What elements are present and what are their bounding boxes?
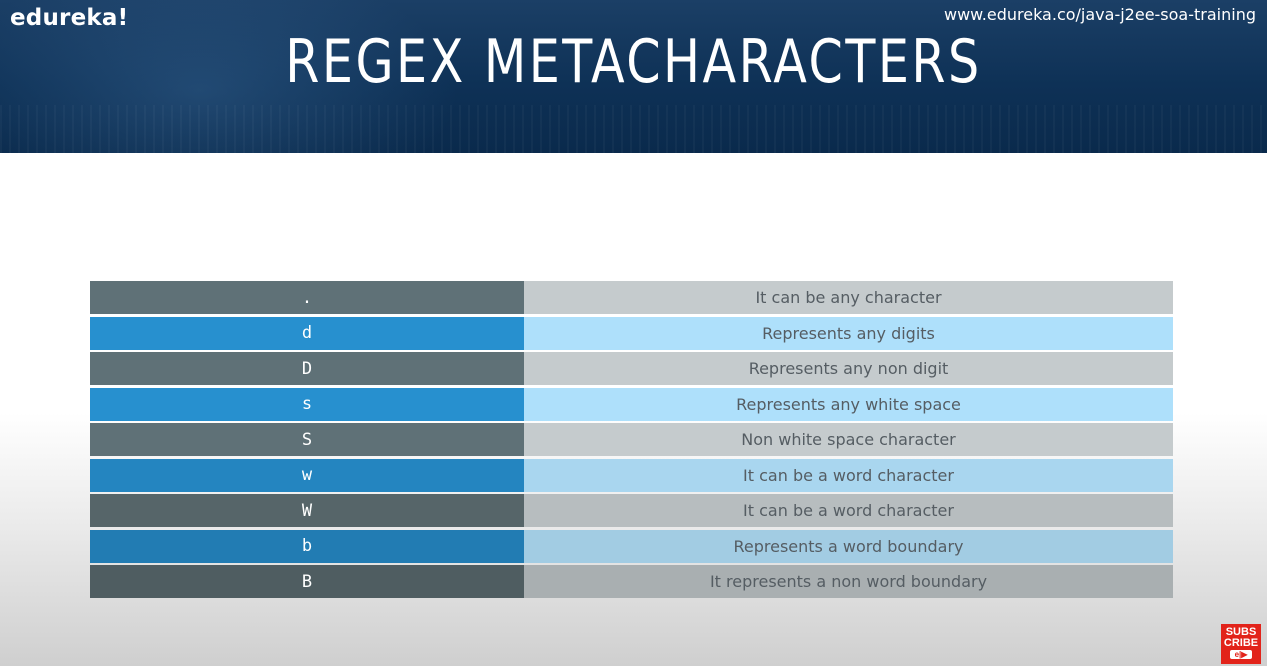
metachar-key: . [90,281,524,314]
slide-title: REGEX METACHARACTERS [285,27,982,97]
metachar-description: Non white space character [524,423,1173,456]
subscribe-label-line1: SUBS [1225,626,1257,638]
metachar-description: It can be a word character [524,458,1173,492]
metachar-key: W [90,494,524,527]
table-row: s Represents any white space [90,387,1173,421]
table-row: w It can be a word character [90,458,1173,492]
metachar-description: It can be any character [524,281,1173,314]
metachar-key: d [90,316,524,350]
table-row: b Represents a word boundary [90,529,1173,563]
table-row: W It can be a word character [90,494,1173,527]
subscribe-label-line2: CRIBE [1223,637,1259,649]
table-row: S Non white space character [90,423,1173,456]
edureka-logo[interactable]: edureka! [10,5,128,31]
table-row: D Represents any non digit [90,352,1173,385]
metachar-description: Represents a word boundary [524,529,1173,563]
metachar-description: Represents any digits [524,316,1173,350]
metachar-description: It represents a non word boundary [524,565,1173,598]
metachar-key: B [90,565,524,598]
table-row: B It represents a non word boundary [90,565,1173,598]
table-row: d Represents any digits [90,316,1173,350]
metachar-description: Represents any non digit [524,352,1173,385]
metachar-key: b [90,529,524,563]
metachar-description: Represents any white space [524,387,1173,421]
table-row: . It can be any character [90,281,1173,314]
metachar-key: D [90,352,524,385]
metachar-key: S [90,423,524,456]
header-banner: edureka! www.edureka.co/java-j2ee-soa-tr… [0,0,1267,153]
metacharacter-table: . It can be any character d Represents a… [90,281,1173,601]
metachar-key: w [90,458,524,492]
metachar-key: s [90,387,524,421]
metachar-description: It can be a word character [524,494,1173,527]
play-icon: e|▶ [1230,650,1252,659]
subscribe-button[interactable]: SUBS CRIBE e|▶ [1221,624,1261,664]
